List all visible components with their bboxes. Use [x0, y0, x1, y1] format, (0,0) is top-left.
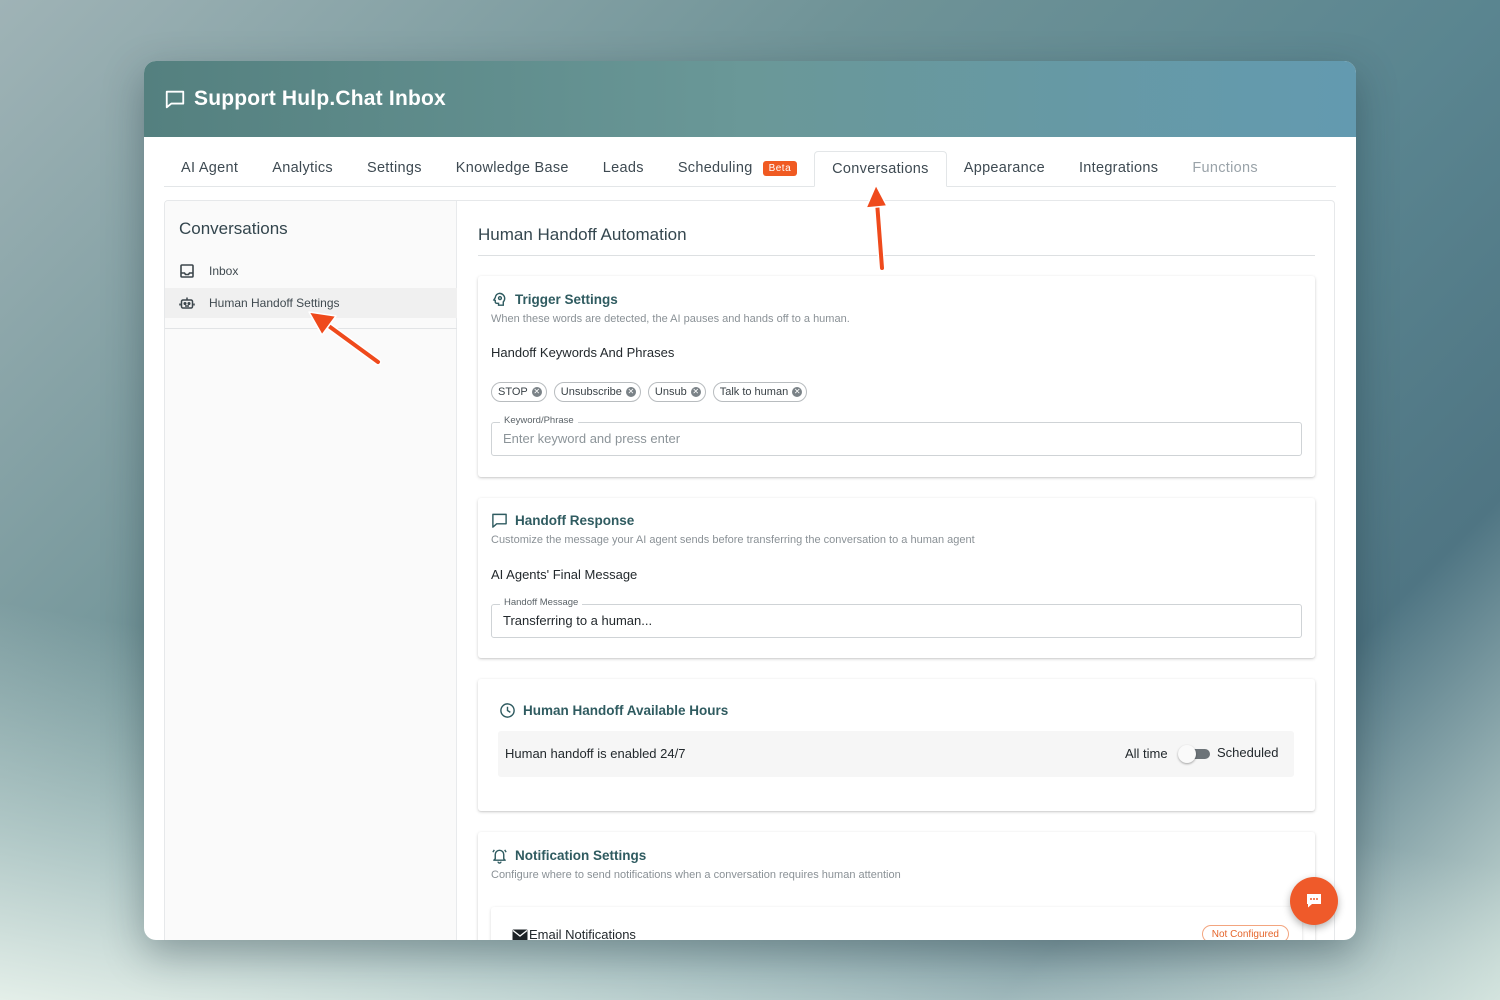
tab-conversations[interactable]: Conversations [814, 151, 947, 187]
chat-bubble-icon [165, 90, 185, 109]
keywords-label: Handoff Keywords And Phrases [491, 345, 675, 360]
tab-label: Integrations [1078, 160, 1159, 176]
all-time-label: All time [1125, 746, 1168, 761]
chip-label: Unsub [654, 386, 687, 398]
chip-label: Talk to human [719, 386, 789, 398]
envelope-icon [512, 929, 528, 940]
chip-label: STOP [498, 386, 528, 398]
tab-knowledge-base[interactable]: Knowledge Base [439, 150, 586, 186]
title-bar: Support Hulp.Chat Inbox [144, 61, 1356, 137]
robot-icon [179, 297, 195, 309]
email-notifications-row[interactable]: Email Notifications Not Configured [491, 907, 1302, 940]
handoff-message-input[interactable] [503, 613, 1283, 628]
app-window: Support Hulp.Chat Inbox AI Agent Analyti… [144, 61, 1356, 940]
chip-remove-icon[interactable]: ✕ [625, 387, 636, 397]
tab-bar: AI Agent Analytics Settings Knowledge Ba… [164, 151, 1336, 187]
notification-settings-subtitle: Configure where to send notifications wh… [491, 869, 901, 881]
available-hours-header: Human Handoff Available Hours [499, 702, 728, 719]
app-title: Support Hulp.Chat Inbox [194, 87, 446, 110]
message-icon [492, 513, 507, 528]
chat-launcher-button[interactable] [1290, 877, 1338, 925]
inbox-icon [180, 264, 194, 278]
keyword-field: Keyword/Phrase [491, 415, 1302, 456]
sidebar-divider [165, 328, 457, 329]
tab-label: Conversations [832, 161, 929, 177]
tab-label: Appearance [963, 160, 1045, 176]
handoff-message-field-label: Handoff Message [500, 597, 583, 608]
notification-settings-card: Notification Settings Configure where to… [478, 832, 1315, 940]
title-divider [478, 255, 1315, 256]
handoff-response-card: Handoff Response Customize the message y… [478, 498, 1315, 658]
keyword-input[interactable] [503, 431, 1283, 446]
beta-badge: Beta [762, 160, 798, 176]
status-badge: Not Configured [1201, 925, 1289, 940]
email-notifications-label: Email Notifications [529, 927, 636, 940]
tab-scheduling[interactable]: Scheduling Beta [661, 150, 814, 186]
hours-row: Human handoff is enabled 24/7 All time S… [498, 731, 1294, 777]
tab-ai-agent[interactable]: AI Agent [164, 150, 255, 186]
handoff-response-header: Handoff Response [491, 512, 634, 529]
sidebar-item-label: Human Handoff Settings [209, 296, 340, 310]
sidebar-item-human-handoff-settings[interactable]: Human Handoff Settings [165, 288, 457, 318]
sidebar-item-label: Inbox [209, 264, 239, 278]
scheduled-label: Scheduled [1217, 745, 1279, 760]
sidebar-title: Conversations [179, 219, 288, 238]
trigger-settings-header: Trigger Settings [491, 291, 618, 308]
tab-label: Settings [366, 160, 422, 176]
chip-remove-icon[interactable]: ✕ [792, 387, 803, 397]
hours-status: Human handoff is enabled 24/7 [505, 746, 686, 761]
tab-functions[interactable]: Functions [1175, 150, 1275, 186]
brain-icon [492, 292, 506, 306]
schedule-toggle[interactable] [1178, 745, 1210, 763]
trigger-settings-heading: Trigger Settings [515, 292, 618, 307]
tab-appearance[interactable]: Appearance [947, 150, 1062, 186]
handoff-response-heading: Handoff Response [515, 513, 635, 528]
tab-label: Functions [1192, 160, 1258, 176]
tab-label: AI Agent [181, 160, 239, 176]
chip-label: Unsubscribe [560, 386, 622, 398]
tab-leads[interactable]: Leads [586, 150, 661, 186]
chip-remove-icon[interactable]: ✕ [531, 387, 542, 397]
main-content: Human Handoff Automation Trigger Setting… [478, 201, 1316, 940]
chip-remove-icon[interactable]: ✕ [690, 387, 701, 397]
tab-label: Scheduling [677, 160, 753, 176]
keyword-chips: STOP ✕ Unsubscribe ✕ Unsub ✕ Talk to human ✕ [491, 382, 808, 402]
email-notifications-title: Email Notifications [512, 927, 636, 940]
trigger-settings-card: Trigger Settings When these words are de… [478, 276, 1315, 477]
available-hours-card: Human Handoff Available Hours Human hand… [478, 679, 1315, 811]
notification-settings-header: Notification Settings [491, 847, 646, 864]
tab-analytics[interactable]: Analytics [255, 150, 350, 186]
tab-settings[interactable]: Settings [350, 150, 439, 186]
tab-label: Analytics [272, 160, 333, 176]
notification-settings-heading: Notification Settings [515, 848, 647, 863]
keyword-chip: Unsubscribe ✕ [553, 382, 641, 402]
chat-icon [1307, 894, 1321, 908]
keyword-chip: Unsub ✕ [647, 382, 706, 402]
final-message-label: AI Agents' Final Message [491, 567, 638, 582]
page-title: Human Handoff Automation [478, 225, 687, 244]
tab-label: Knowledge Base [455, 160, 569, 176]
available-hours-heading: Human Handoff Available Hours [523, 703, 729, 718]
tab-integrations[interactable]: Integrations [1062, 150, 1175, 186]
keyword-chip: STOP ✕ [491, 382, 547, 402]
bell-icon [492, 849, 507, 864]
tab-label: Leads [602, 160, 644, 176]
toggle-knob [1178, 745, 1196, 763]
handoff-message-field: Handoff Message [491, 597, 1302, 638]
handoff-response-subtitle: Customize the message your AI agent send… [491, 534, 975, 546]
trigger-settings-subtitle: When these words are detected, the AI pa… [491, 313, 850, 325]
keyword-field-label: Keyword/Phrase [500, 415, 578, 426]
clock-icon [500, 703, 515, 718]
content-panel: Conversations Inbox Human Handoff Settin… [164, 200, 1335, 940]
sidebar-item-inbox[interactable]: Inbox [165, 256, 457, 286]
keyword-chip: Talk to human ✕ [712, 382, 808, 402]
sidebar: Conversations Inbox Human Handoff Settin… [165, 201, 457, 940]
